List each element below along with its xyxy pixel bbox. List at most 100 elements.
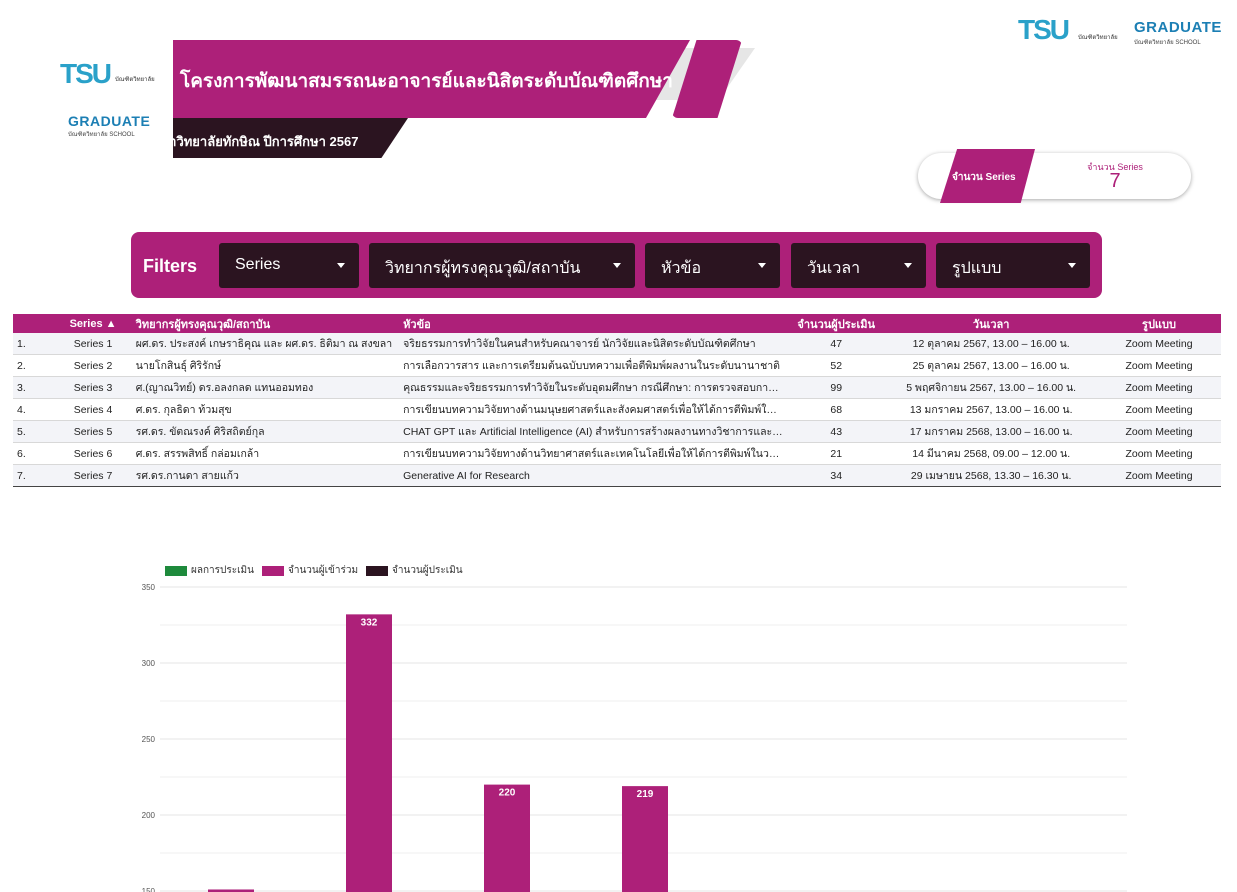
table-row[interactable]: 1. Series 1 ผศ.ดร. ประสงค์ เกษราธิคุณ และ … [13,333,1221,355]
graduate-logo: GRADUATE [68,113,151,129]
filter-datetime-dropdown[interactable]: วันเวลา [791,243,926,288]
row-index: 6. [13,442,55,465]
row-evaluators: 34 [787,464,886,487]
row-topic: จริยธรรมการทำวิจัยในคนสำหรับคณาจารย์ นัก… [399,333,788,355]
row-index: 5. [13,420,55,443]
row-index: 7. [13,464,55,487]
bar-data-label: 220 [499,788,516,799]
chevron-down-icon [904,263,912,268]
filter-topic-label: หัวข้อ [661,260,702,277]
row-datetime: 12 ตุลาคม 2567, 13.00 – 16.00 น. [885,333,1098,355]
y-tick-label: 300 [142,659,156,668]
series-table: Series ▲ วิทยากรผู้ทรงคุณวุฒิ/สถาบัน หัว… [13,314,1221,487]
legend-swatch [366,565,389,576]
row-format: Zoom Meeting [1097,398,1221,421]
row-format: Zoom Meeting [1097,420,1221,443]
filter-topic-dropdown[interactable]: หัวข้อ [645,243,780,288]
row-index: 2. [13,354,55,377]
tsu-logo-text: TSU [60,58,112,89]
filter-speaker-dropdown[interactable]: วิทยากรผู้ทรงคุณวุฒิ/สถาบัน [369,243,635,288]
row-topic: การเขียนบทความวิจัยทางด้านวิทยาศาสตร์และ… [399,442,788,465]
row-format: Zoom Meeting [1097,333,1221,355]
tsu-logo-top: TSU [1018,14,1070,46]
filter-series-dropdown[interactable]: Series [219,243,359,288]
bar-data-label: 219 [637,789,654,800]
col-header-series[interactable]: Series ▲ [54,314,132,333]
table-row[interactable]: 5. Series 5 รศ.ดร. ขัตณรงค์ ศิริสถิตย์กุล C… [13,420,1221,443]
row-speaker: ศ.(ญาณวิทย์) ดร.อลงกลด แทนออมทอง [131,376,400,399]
chevron-down-icon [613,263,621,268]
filter-format-dropdown[interactable]: รูปแบบ [936,243,1090,288]
col-header-format[interactable]: รูปแบบ [1097,314,1221,333]
graduate-logo-top-sub: บัณฑิตวิทยาลัย SCHOOL [1134,40,1201,46]
tsu-logo: TSU [60,58,112,90]
series-count-tag-text: จำนวน Series [952,172,1016,183]
bar[interactable] [484,784,530,892]
filter-datetime-label: วันเวลา [807,260,861,277]
row-format: Zoom Meeting [1097,376,1221,399]
row-datetime: 13 มกราคม 2567, 13.00 – 16.00 น. [885,398,1098,421]
bar[interactable] [622,786,668,892]
filter-speaker-label: วิทยากรผู้ทรงคุณวุฒิ/สถาบัน [385,260,581,277]
chevron-down-icon [337,263,345,268]
y-tick-label: 250 [142,735,156,744]
graduate-logo-top: GRADUATE [1134,19,1222,36]
row-evaluators: 21 [787,442,886,465]
legend-swatch [261,565,284,576]
bar-data-label: 332 [361,617,378,628]
row-series: Series 3 [54,376,132,399]
row-series: Series 6 [54,442,132,465]
row-datetime: 17 มกราคม 2568, 13.00 – 16.00 น. [885,420,1098,443]
row-topic: การเลือกวารสาร และการเตรียมต้นฉบับบทความ… [399,354,788,377]
row-evaluators: 99 [787,376,886,399]
table-row[interactable]: 6. Series 6 ศ.ดร. สรรพสิทธิ์ กล่อมเกล้า การ… [13,442,1221,465]
row-datetime: 5 พฤศจิกายน 2567, 13.00 – 16.00 น. [885,376,1098,399]
row-index: 3. [13,376,55,399]
bar-chart: 150 200 250 300 350 332 220 219 [142,583,1127,892]
row-format: Zoom Meeting [1097,442,1221,465]
chevron-down-icon [1068,263,1076,268]
chevron-down-icon [758,263,766,268]
row-datetime: 25 ตุลาคม 2567, 13.00 – 16.00 น. [885,354,1098,377]
col-header-topic[interactable]: หัวข้อ [399,314,788,333]
row-topic: คุณธรรมและจริยธรรมการทำวิจัยในระดับอุดมศ… [399,376,788,399]
row-index: 1. [13,333,55,355]
row-datetime: 14 มีนาคม 2568, 09.00 – 12.00 น. [885,442,1098,465]
col-header-evaluators[interactable]: จำนวนผู้ประเมิน [787,314,886,333]
table-header-row: Series ▲ วิทยากรผู้ทรงคุณวุฒิ/สถาบัน หัว… [13,314,1221,333]
filters-label: Filters [143,256,198,276]
table-row[interactable]: 4. Series 4 ศ.ดร. กุลธิดา ท้วมสุข การเขียนบ… [13,398,1221,421]
graduate-logo-sub: บัณฑิตวิทยาลัย SCHOOL [68,132,135,138]
row-datetime: 29 เมษายน 2568, 13.30 – 16.30 น. [885,464,1098,487]
row-series: Series 5 [54,420,132,443]
filter-format-label: รูปแบบ [952,260,1002,277]
legend-swatch [165,565,187,576]
table-row[interactable]: 3. Series 3 ศ.(ญาณวิทย์) ดร.อลงกลด แทนออมท… [13,376,1221,399]
bar[interactable] [346,614,392,892]
row-series: Series 1 [54,333,132,355]
filter-series-label: Series [235,256,281,273]
y-tick-label: 200 [142,811,156,820]
row-evaluators: 68 [787,398,886,421]
table-row[interactable]: 2. Series 2 นายโกสินธุ์ ศิริรักษ์ การเลือกว… [13,354,1221,377]
row-speaker: ผศ.ดร. ประสงค์ เกษราธิคุณ และ ผศ.ดร. ธิต… [131,333,400,355]
col-header-speaker[interactable]: วิทยากรผู้ทรงคุณวุฒิ/สถาบัน [131,314,400,333]
row-evaluators: 43 [787,420,886,443]
row-topic: CHAT GPT และ Artificial Intelligence (AI… [399,420,788,443]
row-index: 4. [13,398,55,421]
row-speaker: ศ.ดร. สรรพสิทธิ์ กล่อมเกล้า [131,442,400,465]
col-header-index [13,314,55,333]
row-speaker: ศ.ดร. กุลธิดา ท้วมสุข [131,398,400,421]
y-tick-label: 350 [142,583,156,592]
row-topic: การเขียนบทความวิจัยทางด้านมนุษยศาสตร์และ… [399,398,788,421]
series-count-value: 7 [1109,170,1121,192]
table-row[interactable]: 7. Series 7 รศ.ดร.กานดา สายแก้ว Generative … [13,464,1221,487]
page-subtitle: มหาวิทยาลัยทักษิณ ปีการศึกษา 2567 [152,134,359,149]
row-topic: Generative AI for Research [399,464,788,487]
row-series: Series 7 [54,464,132,487]
row-format: Zoom Meeting [1097,464,1221,487]
col-header-datetime[interactable]: วันเวลา [885,314,1098,333]
tsu-logo-top-sub: บัณฑิตวิทยาลัย [1078,35,1118,41]
row-series: Series 4 [54,398,132,421]
row-evaluators: 47 [787,333,886,355]
